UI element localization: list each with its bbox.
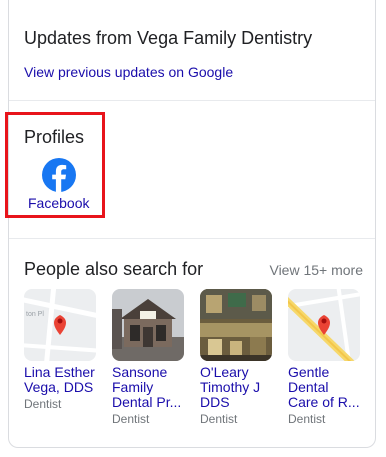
updates-heading: Updates from Vega Family Dentistry	[24, 28, 313, 48]
office-photo	[200, 289, 272, 361]
related-place-card[interactable]: ton Pl Lina Esther Vega, DDS Dentist	[24, 289, 96, 411]
place-name[interactable]: O'Leary Timothy J DDS	[200, 365, 272, 410]
place-category: Dentist	[112, 412, 150, 426]
place-name[interactable]: Gentle Dental Care of R...	[288, 365, 360, 410]
divider	[9, 238, 375, 239]
view-previous-updates-link[interactable]: View previous updates on Google	[24, 64, 233, 80]
view-more-link[interactable]: View 15+ more	[269, 262, 363, 278]
related-place-card[interactable]: Gentle Dental Care of R... Dentist	[288, 289, 360, 426]
place-category: Dentist	[288, 412, 326, 426]
place-name[interactable]: Sansone Family Dental Pr...	[112, 365, 184, 410]
facebook-icon[interactable]	[42, 158, 76, 192]
related-place-card[interactable]: O'Leary Timothy J DDS Dentist	[200, 289, 272, 426]
place-category: Dentist	[200, 412, 238, 426]
profiles-heading: Profiles	[24, 127, 85, 147]
building-photo	[112, 289, 184, 361]
map-thumbnail: ton Pl	[24, 289, 96, 361]
divider	[9, 100, 375, 101]
place-name[interactable]: Lina Esther Vega, DDS	[24, 365, 96, 395]
map-thumbnail	[288, 289, 360, 361]
people-also-search-heading: People also search for	[24, 259, 204, 279]
svg-text:ton Pl: ton Pl	[26, 311, 44, 318]
related-place-card[interactable]: Sansone Family Dental Pr... Dentist	[112, 289, 184, 426]
facebook-profile-link[interactable]: Facebook	[28, 195, 89, 211]
place-category: Dentist	[24, 397, 62, 411]
